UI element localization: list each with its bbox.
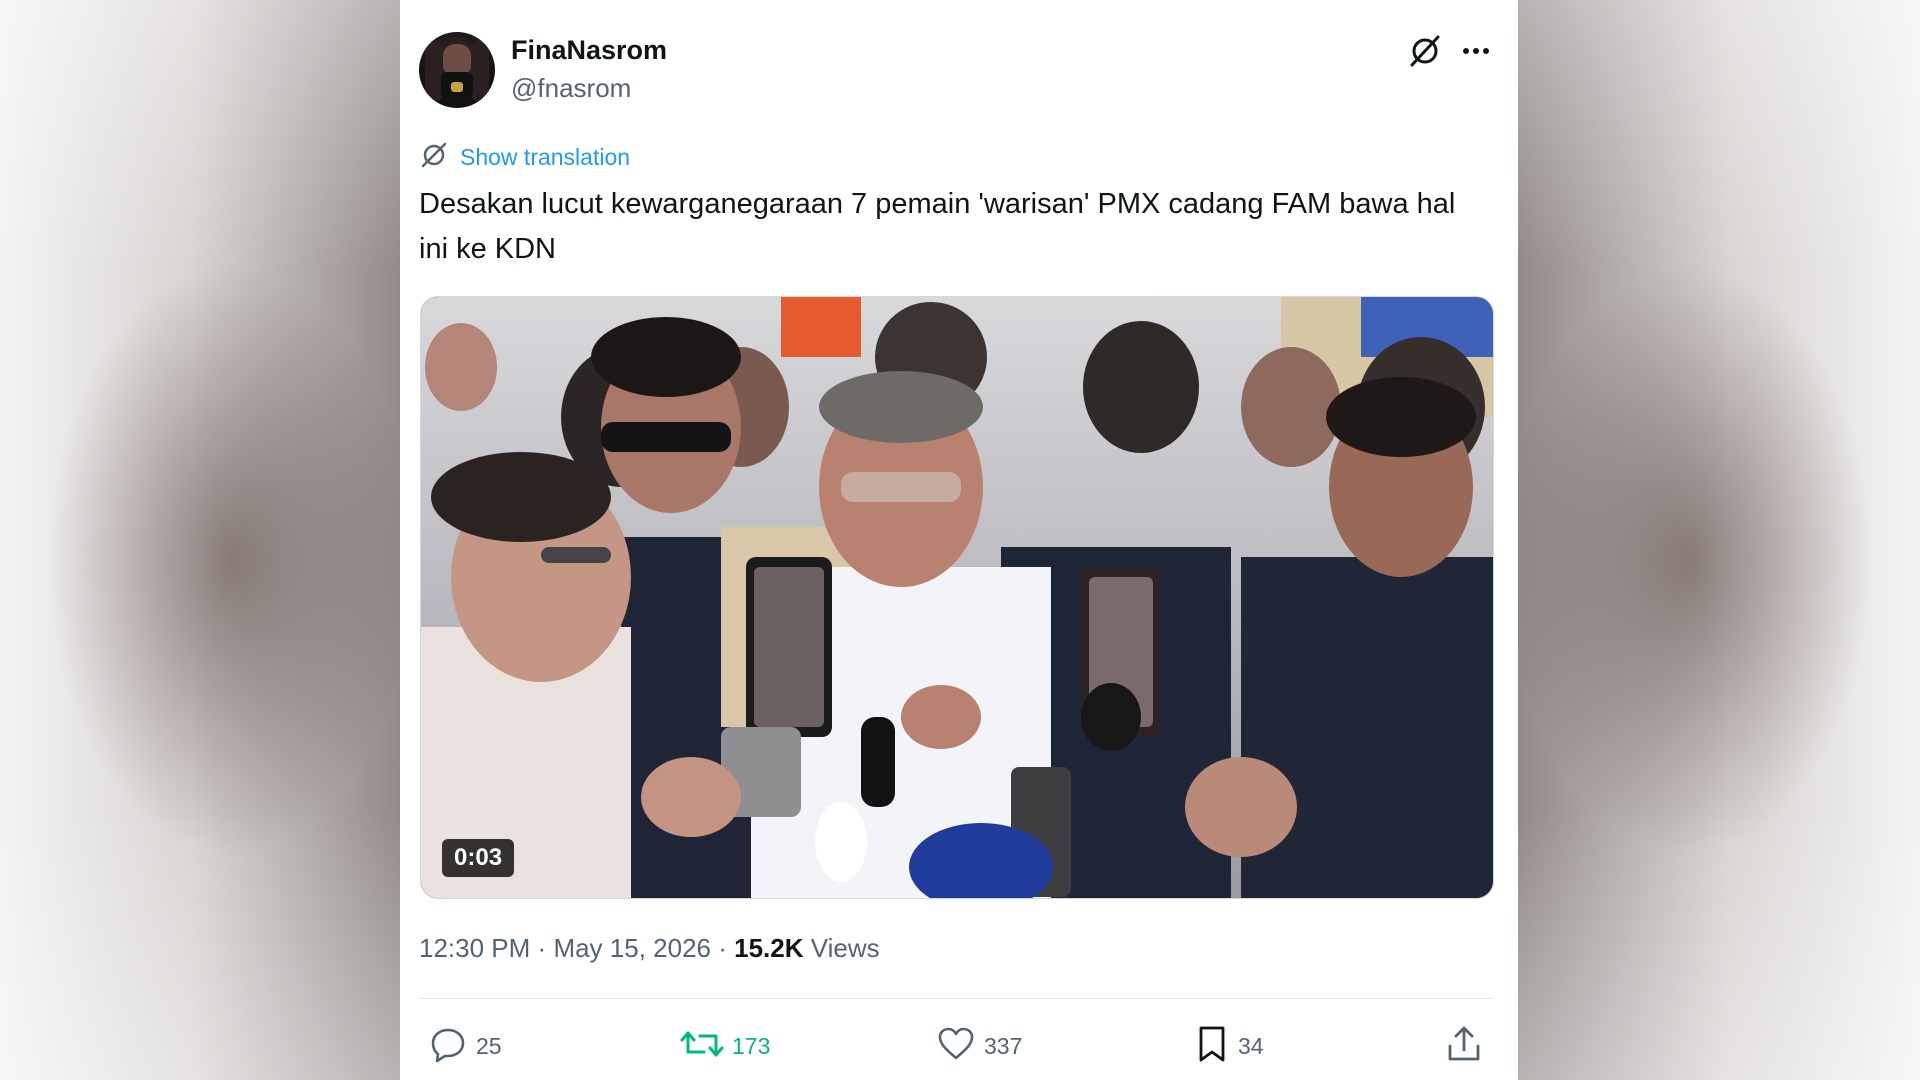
repost-icon [680, 1024, 724, 1069]
share-button[interactable] [1444, 1026, 1484, 1066]
reply-count: 25 [476, 1032, 502, 1059]
views-count: 15.2K [734, 933, 804, 963]
tweet-text: Desakan lucut kewarganegaraan 7 pemain '… [419, 188, 1456, 265]
repost-count: 173 [732, 1032, 771, 1059]
video-frame [421, 297, 1493, 898]
video-player[interactable]: 0:03 [420, 296, 1494, 899]
show-translation-button[interactable]: Show translation [420, 142, 630, 172]
bookmark-button[interactable]: 34 [1194, 1026, 1264, 1066]
heart-icon [936, 1024, 976, 1069]
tweet-meta: 12:30 PM · May 15, 2026 · 15.2K Views [419, 933, 880, 964]
more-icon[interactable] [1458, 34, 1494, 68]
bookmark-count: 34 [1238, 1032, 1264, 1059]
show-translation-label: Show translation [460, 143, 631, 170]
meta-separator-2: · [718, 933, 727, 963]
video-duration: 0:03 [442, 839, 515, 877]
avatar[interactable] [419, 32, 495, 108]
author-display-name[interactable]: FinaNasrom [511, 35, 667, 66]
bookmark-icon [1194, 1024, 1230, 1069]
like-button[interactable]: 337 [936, 1026, 1022, 1066]
views-label: Views [810, 933, 880, 963]
meta-separator: · [537, 933, 547, 963]
author-handle[interactable]: @fnasrom [511, 73, 631, 104]
tweet-card: FinaNasrom @fnasrom Show translation Des… [400, 0, 1518, 1080]
tweet-time[interactable]: 12:30 PM [419, 933, 530, 963]
reply-icon [428, 1024, 468, 1069]
translate-icon [420, 141, 448, 174]
reply-button[interactable]: 25 [428, 1026, 502, 1066]
divider [419, 998, 1493, 999]
tweet-date[interactable]: May 15, 2026 [553, 933, 711, 963]
like-count: 337 [984, 1032, 1023, 1059]
grok-icon[interactable] [1408, 34, 1442, 68]
share-icon [1444, 1024, 1484, 1069]
repost-button[interactable]: 173 [680, 1026, 770, 1066]
